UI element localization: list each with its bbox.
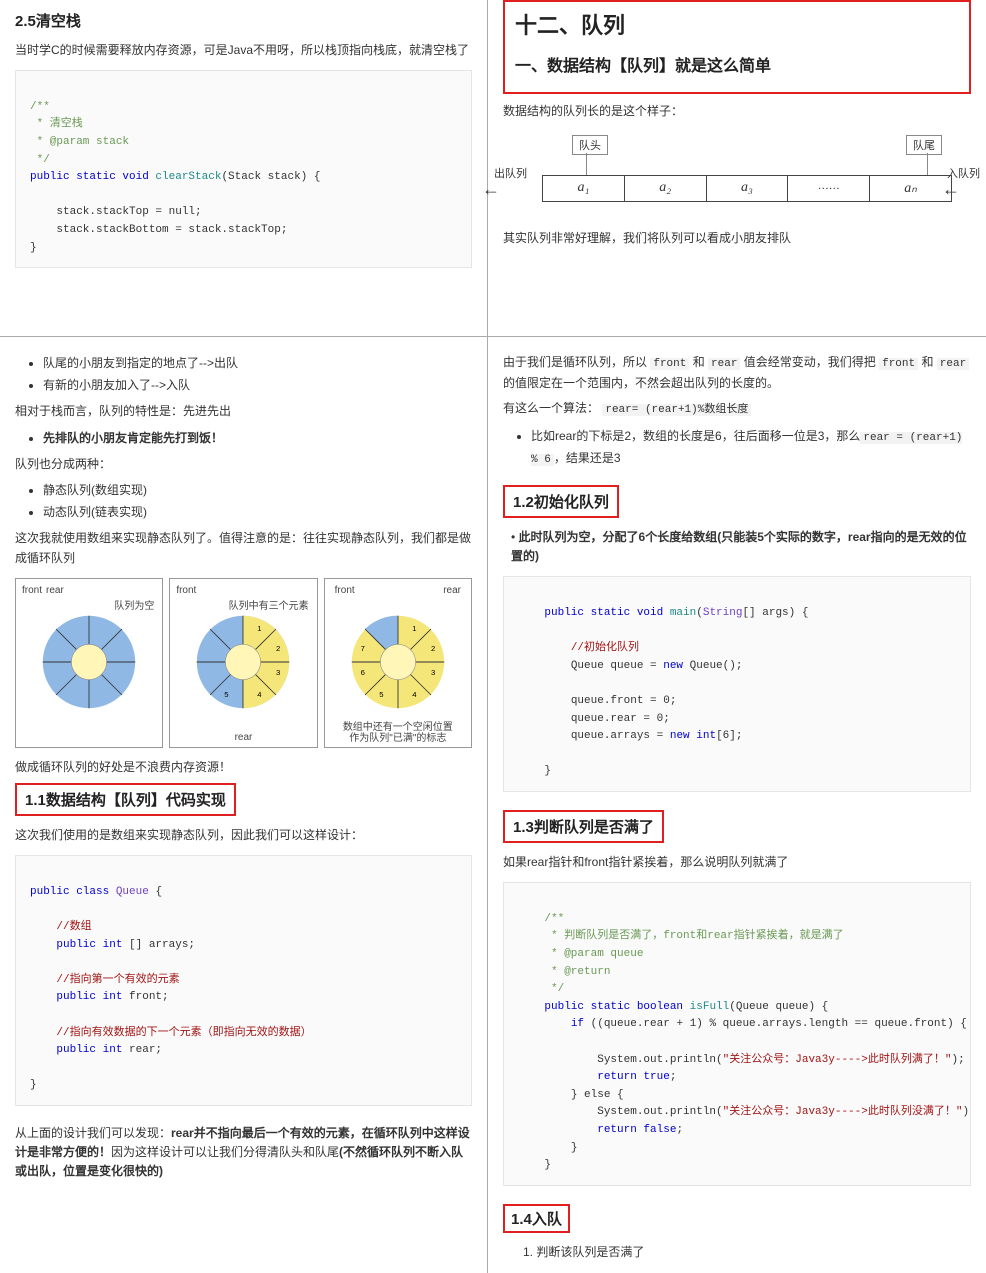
para: 相对于栈而言，队列的特性是：先进先出 [15,402,472,421]
list-item: 比如rear的下标是2，数组的长度是6，往后面移一位是3，那么rear = (r… [531,426,971,472]
svg-text:3: 3 [276,668,280,677]
heading-13: 1.3判断队列是否满了 [503,810,971,843]
svg-text:4: 4 [258,690,263,699]
queue-diagram: 队头 队尾 出队列 ← 入队列 ← a₁ a₂ a₃ …… aₙ [522,135,952,215]
qcell: a₃ [707,176,789,201]
panel-queue-ops: 由于我们是循环队列，所以 front 和 rear 值会经常变动，我们得把 fr… [488,337,986,1273]
svg-text:5: 5 [225,690,229,699]
diagram-empty: front rear 队列为空 [15,578,163,748]
svg-text:2: 2 [431,644,435,653]
panel-stack-clear: 2.5清空栈 当时学C的时候需要释放内存资源，可是Java不用呀，所以栈顶指向栈… [0,0,488,337]
list-item: 队尾的小朋友到指定的地点了-->出队 [43,353,472,375]
heading-11: 1.1数据结构【队列】代码实现 [15,783,472,816]
heading-25: 2.5清空栈 [15,10,472,31]
code-clearstack: /** * 清空栈 * @param stack */ public stati… [15,70,472,268]
list: 队尾的小朋友到指定的地点了-->出队 有新的小朋友加入了-->入队 [15,353,472,396]
svg-text:1: 1 [258,624,262,633]
para: 这次我就使用数组来实现静态队列了。值得注意的是：往往实现静态队列，我们都是做成循… [15,529,472,567]
list-item: 先排队的小朋友肯定能先打到饭！ [43,428,472,450]
para: 其实队列非常好理解，我们将队列可以看成小朋友排队 [503,229,971,248]
svg-text:5: 5 [379,690,383,699]
label-tail: 队尾 [906,135,942,155]
qcell: aₙ [870,176,951,201]
qcell: a₂ [625,176,707,201]
label-head: 队头 [572,135,608,155]
para: 这次我们使用的是数组来实现静态队列，因此我们可以这样设计： [15,826,472,845]
code-init-queue: public static void main(String[] args) {… [503,576,971,792]
svg-text:1: 1 [412,624,416,633]
para: 做成循环队列的好处是不浪费内存资源！ [15,758,472,777]
svg-text:2: 2 [276,644,280,653]
para: 从上面的设计我们可以发现：rear并不指向最后一个有效的元素，在循环队列中这样设… [15,1124,472,1182]
code-isfull: /** * 判断队列是否满了，front和rear指针紧挨着，就是满了 * @p… [503,882,971,1186]
list-item: 动态队列(链表实现) [43,502,472,524]
subheading-1: 一、数据结构【队列】就是这么简单 [515,52,959,76]
para: 由于我们是循环队列，所以 front 和 rear 值会经常变动，我们得把 fr… [503,353,971,393]
para: 如果rear指针和front指针紧挨着，那么说明队列就满了 [503,853,971,872]
heading-12: 十二、队列 [515,8,959,40]
diagram-three: front 队列中有三个元素 12 34 5 [169,578,317,748]
para: 数据结构的队列长的是这个样子： [503,102,971,121]
highlight-chapter-12: 十二、队列 一、数据结构【队列】就是这么简单 [503,0,971,94]
list-item: 静态队列(数组实现) [43,480,472,502]
para: 当时学C的时候需要释放内存资源，可是Java不用呀，所以栈顶指向栈底，就清空栈了 [15,41,472,60]
svg-text:3: 3 [431,668,435,677]
panel-queue-code: 队尾的小朋友到指定的地点了-->出队 有新的小朋友加入了-->入队 相对于栈而言… [0,337,488,1273]
qcell: a₁ [543,176,625,201]
list-item: 有新的小朋友加入了-->入队 [43,375,472,397]
para: 队列也分成两种： [15,455,472,474]
qcell: …… [788,176,870,201]
panel-queue-intro: 十二、队列 一、数据结构【队列】就是这么简单 数据结构的队列长的是这个样子： 队… [488,0,986,337]
para: • 此时队列为空，分配了6个长度给数组(只能装5个实际的数字，rear指向的是无… [511,528,971,566]
svg-text:6: 6 [360,668,364,677]
heading-12: 1.2初始化队列 [503,485,971,518]
ordered-item: 1. 判断该队列是否满了 [523,1243,971,1262]
circular-queue-diagrams: front rear 队列为空 front 队列中有三个元素 [15,578,472,748]
para: 有这么一个算法： rear= (rear+1)%数组长度 [503,399,971,420]
svg-text:7: 7 [360,644,364,653]
svg-text:4: 4 [412,690,417,699]
code-queue-class: public class Queue { //数组 public int [] … [15,855,472,1106]
heading-14: 1.4入队 [503,1204,971,1233]
diagram-full: front rear 12 34 56 7 [324,578,472,748]
